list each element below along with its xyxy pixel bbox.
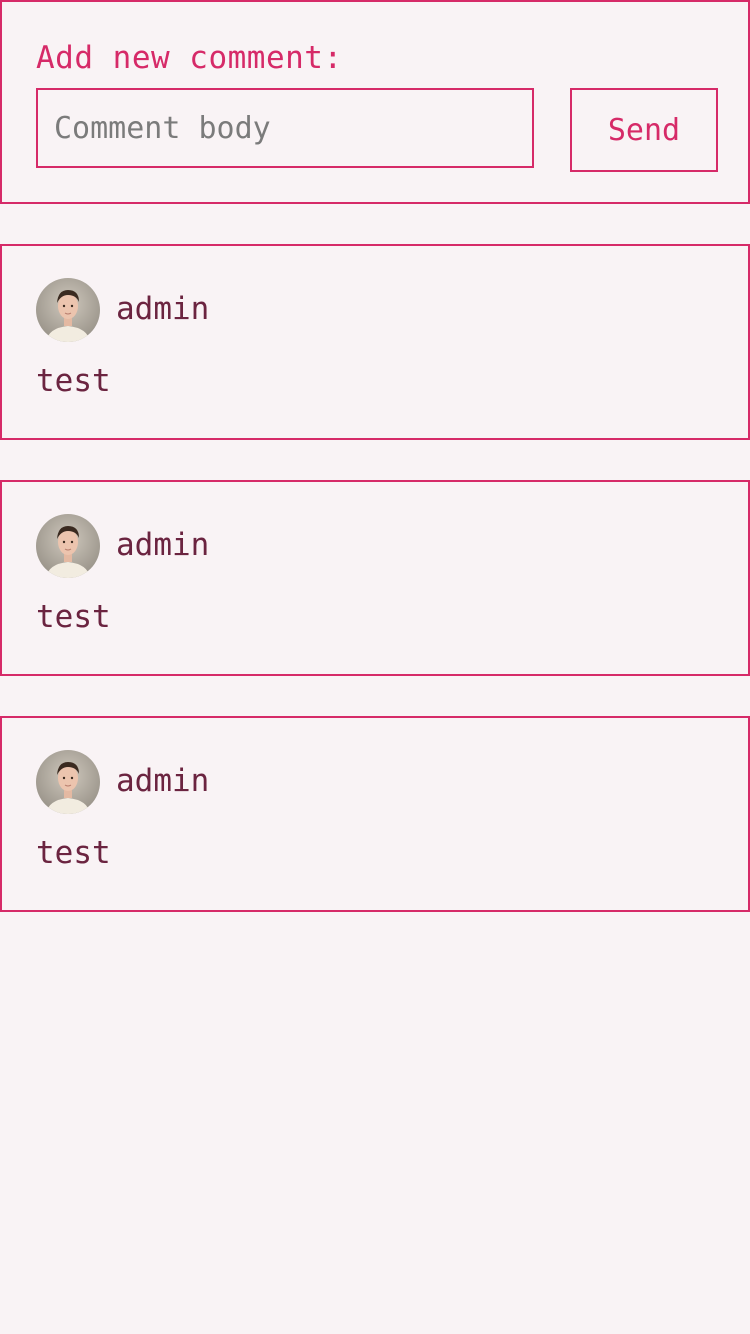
comment-card: admin test — [0, 716, 750, 912]
new-comment-title: Add new comment: — [36, 40, 343, 76]
avatar — [36, 750, 100, 814]
comment-card: admin test — [0, 244, 750, 440]
comment-body: test — [36, 835, 111, 871]
user-avatar-photo-icon — [36, 514, 100, 578]
comment-author: admin — [116, 527, 210, 563]
new-comment-form: Add new comment: Send — [0, 0, 750, 204]
comment-author: admin — [116, 763, 210, 799]
comment-body-input[interactable] — [36, 88, 534, 168]
user-avatar-photo-icon — [36, 750, 100, 814]
comment-body: test — [36, 363, 111, 399]
send-button[interactable]: Send — [570, 88, 718, 172]
avatar — [36, 514, 100, 578]
user-avatar-photo-icon — [36, 278, 100, 342]
comment-author: admin — [116, 291, 210, 327]
comment-body: test — [36, 599, 111, 635]
avatar — [36, 278, 100, 342]
comment-card: admin test — [0, 480, 750, 676]
